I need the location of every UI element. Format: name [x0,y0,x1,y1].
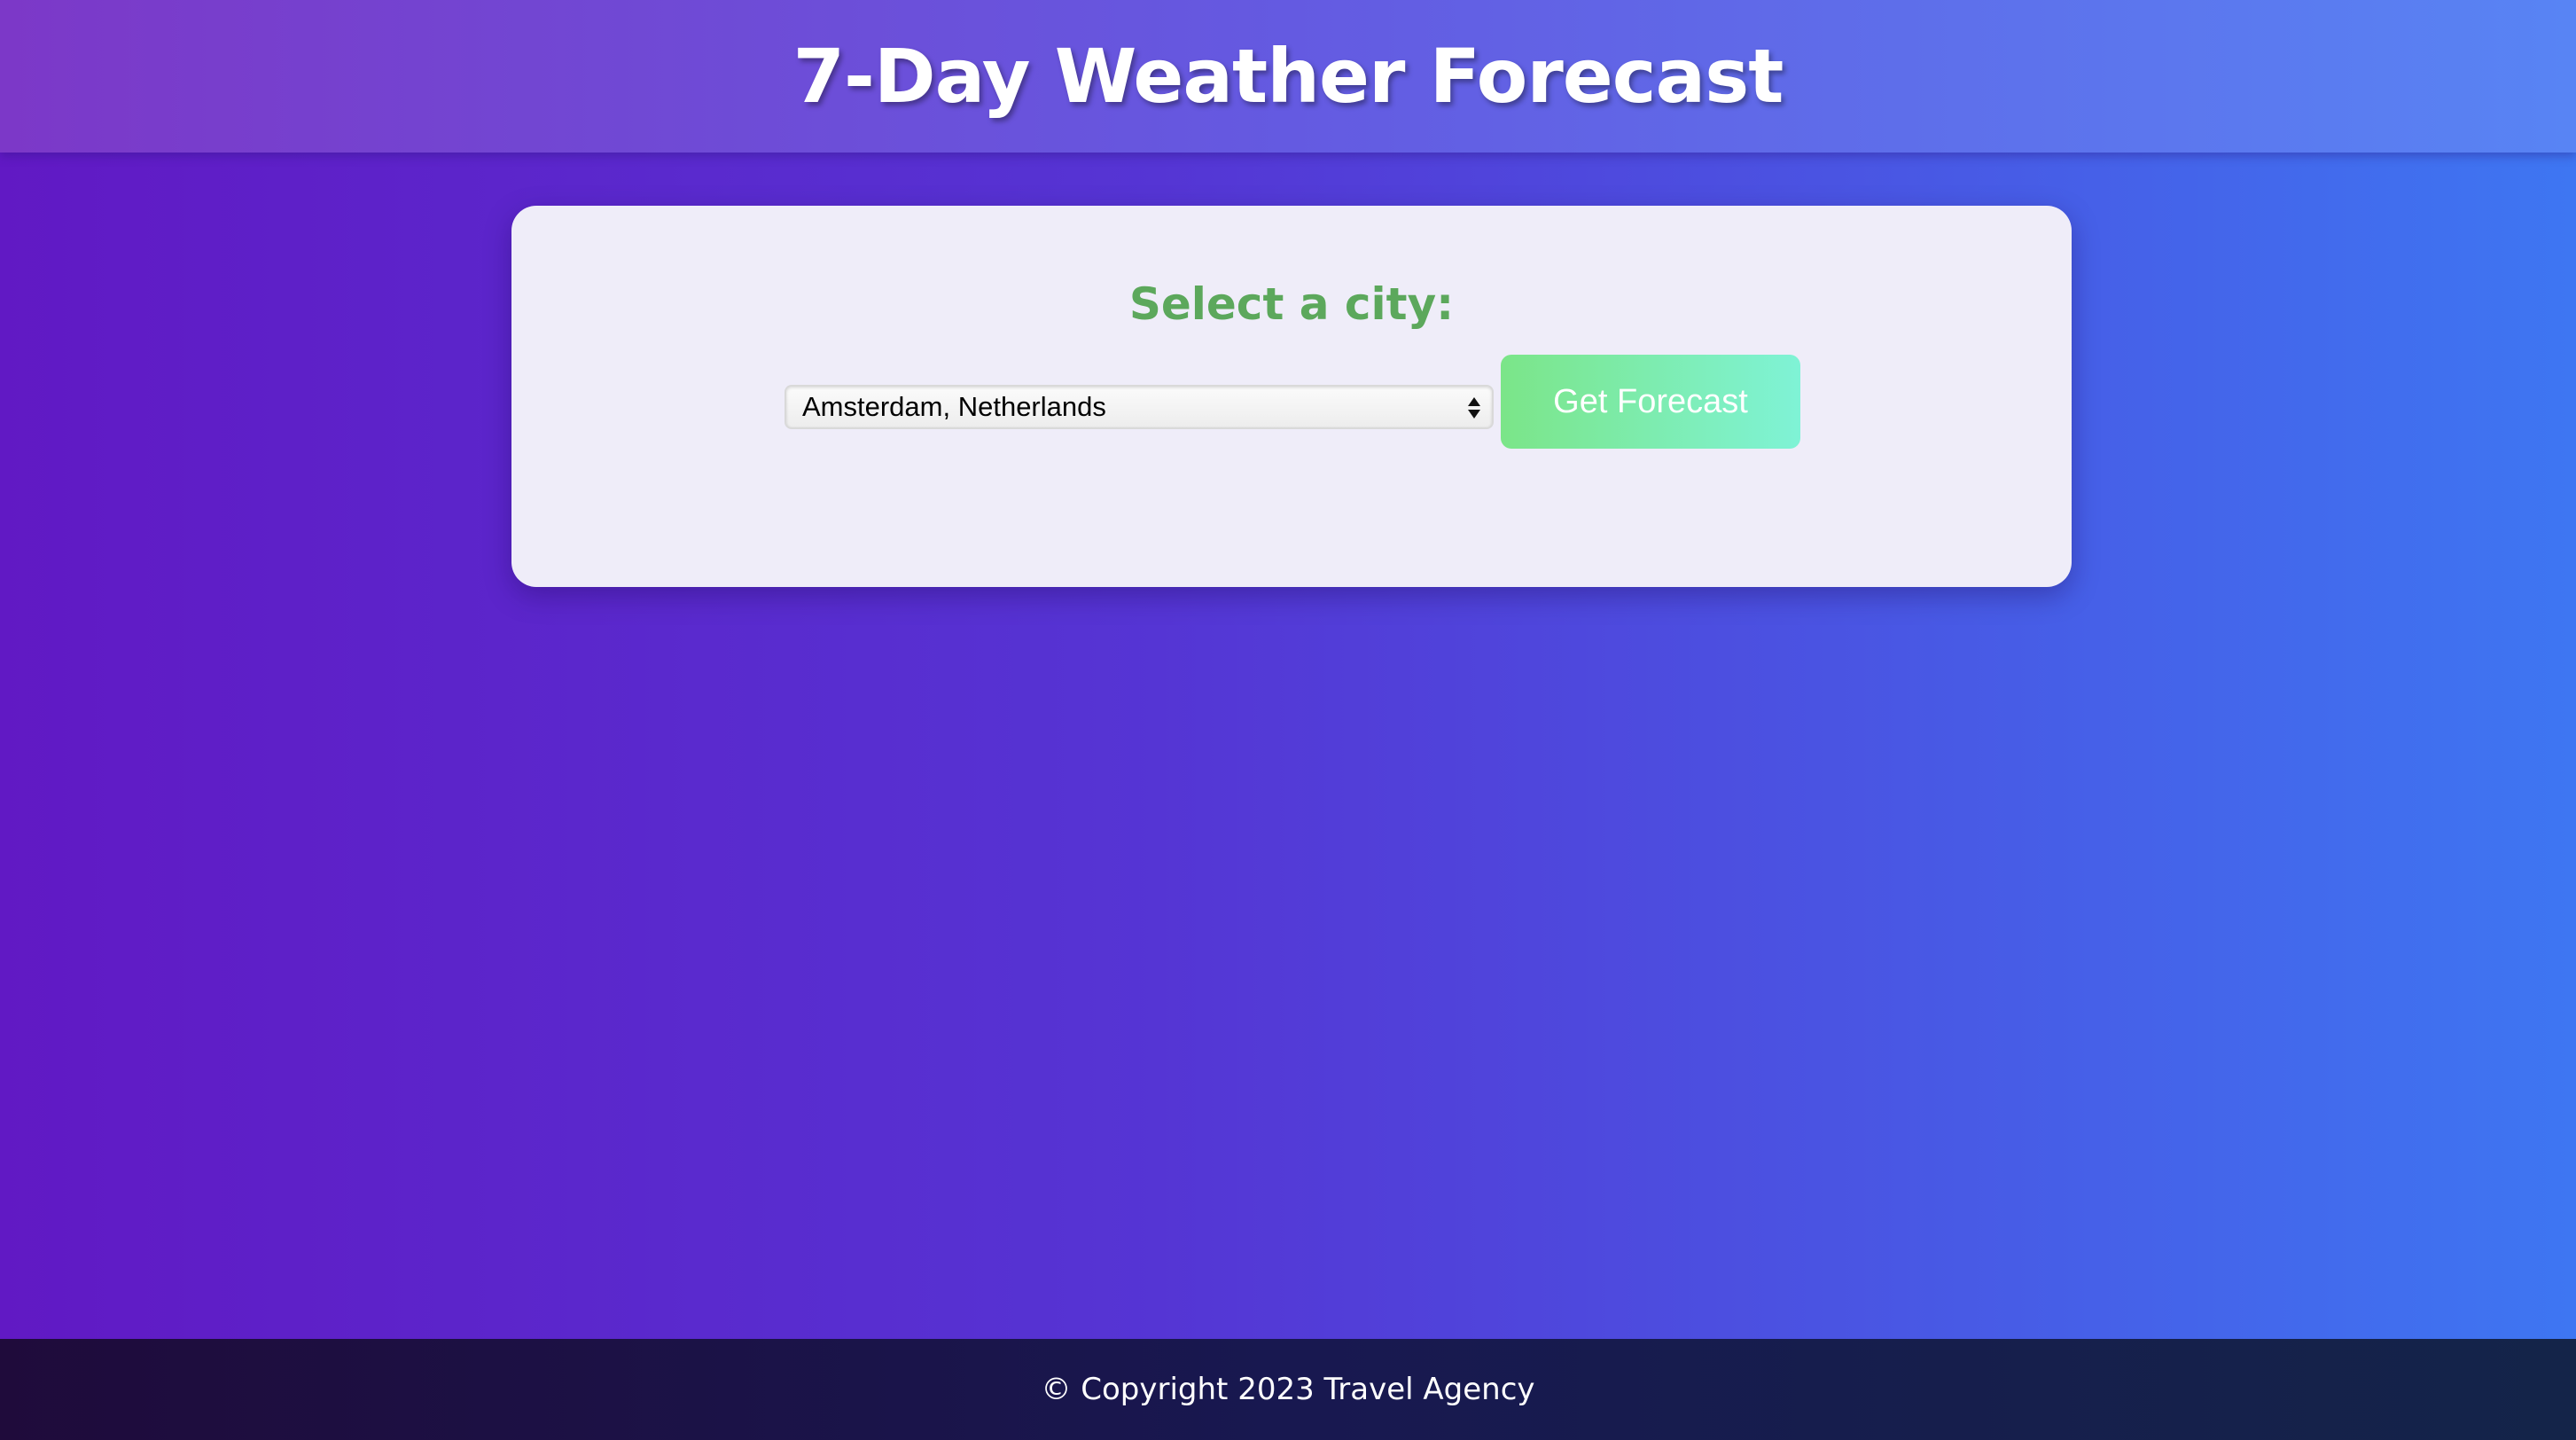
up-down-arrows-icon [1467,394,1481,422]
page-title: 7-Day Weather Forecast [792,33,1784,120]
city-select[interactable]: Amsterdam, Netherlands [785,385,1494,429]
page-header: 7-Day Weather Forecast [0,0,2576,153]
select-city-heading: Select a city: [1128,278,1455,330]
get-forecast-button[interactable]: Get Forecast [1501,355,1800,449]
city-select-value: Amsterdam, Netherlands [802,391,1106,422]
city-selection-card: Select a city: Amsterdam, Netherlands Ge… [511,206,2072,587]
copyright-text: © Copyright 2023 Travel Agency [1041,1372,1535,1407]
page-footer: © Copyright 2023 Travel Agency [0,1339,2576,1440]
